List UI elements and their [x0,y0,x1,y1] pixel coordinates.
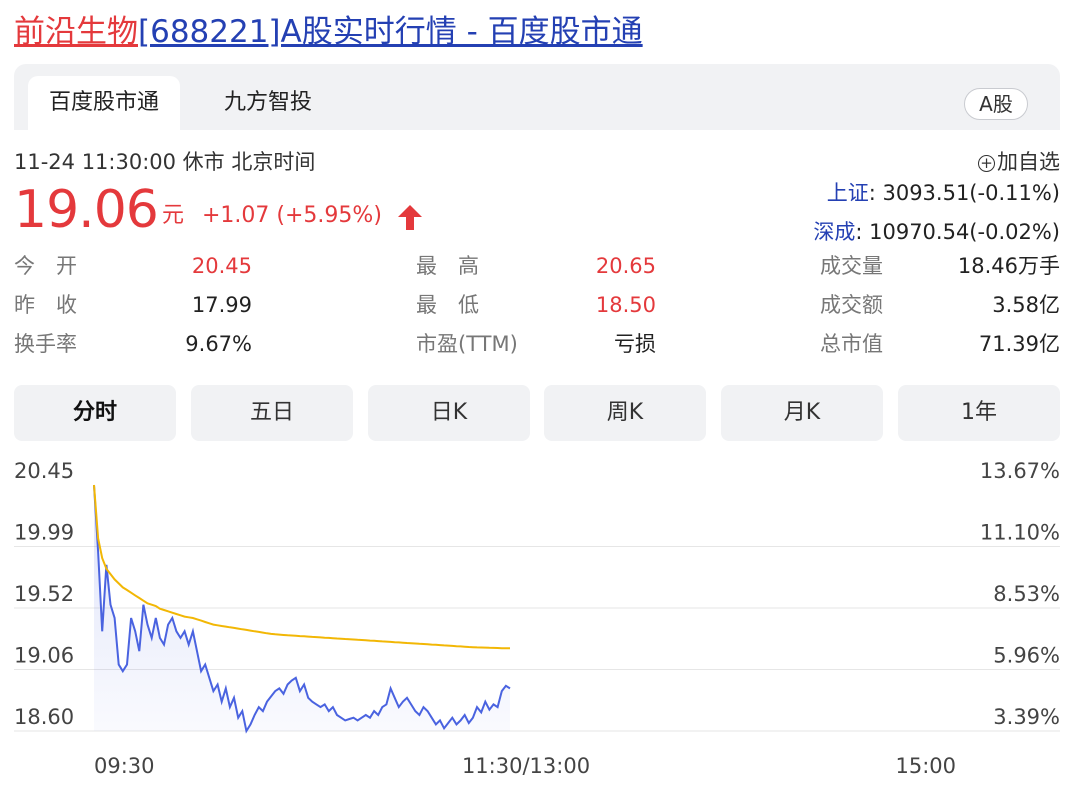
period-1year-button[interactable]: 1年 [898,385,1060,441]
arrow-up-icon [398,205,422,230]
index-name: 上证 [826,181,869,205]
period-selector: 分时 五日 日K 周K 月K 1年 [14,385,1060,441]
stat-value-volume: 18.46万手 [957,254,1060,278]
y-pct-tick-label: 13.67% [980,459,1060,483]
period-intraday-button[interactable]: 分时 [14,385,176,441]
stock-name-link[interactable]: 前沿生物 [14,14,138,50]
y-tick-label: 18.60 [14,705,74,729]
period-daily-k-button[interactable]: 日K [368,385,530,441]
current-price: 19.06 [14,180,159,240]
stat-label-volume: 成交量 [820,254,883,278]
stat-label-low: 最 低 [416,293,479,317]
y-pct-tick-label: 8.53% [993,582,1060,606]
y-pct-tick-label: 5.96% [993,644,1060,668]
stat-value-open: 20.45 [191,254,252,278]
y-tick-label: 19.52 [14,582,74,606]
quote-status-line: 11-24 11:30:00 休市 北京时间 [14,150,316,174]
index-shanghai[interactable]: 上证: 3093.51(-0.11%) [827,177,1060,209]
period-5day-button[interactable]: 五日 [191,385,353,441]
stat-value-turnover-rate: 9.67% [185,332,252,356]
index-name: 深成 [813,220,856,244]
plus-circle-icon: + [978,155,995,172]
stat-value-pe-ttm: 亏损 [614,332,656,356]
y-tick-label: 20.45 [14,459,74,483]
stat-value-high: 20.65 [595,254,656,278]
index-shenzhen[interactable]: 深成: 10970.54(-0.02%) [813,216,1060,248]
stat-value-market-cap: 71.39亿 [978,332,1060,356]
stat-label-turnover-rate: 换手率 [14,332,77,356]
y-tick-label: 19.99 [14,521,74,545]
stat-label-prev-close: 昨 收 [14,293,77,317]
y-tick-label: 19.06 [14,644,74,668]
add-watchlist-label: 加自选 [997,150,1060,174]
page-title[interactable]: 前沿生物[688221]A股实时行情 - 百度股市通 [14,10,643,54]
y-pct-tick-label: 3.39% [993,705,1060,729]
x-tick-label: 09:30 [94,754,155,778]
stat-label-market-cap: 总市值 [820,332,883,356]
x-tick-label: 11:30/13:00 [462,754,590,778]
index-value: : 3093.51(-0.11%) [868,181,1060,205]
stat-label-high: 最 高 [416,254,479,278]
stat-value-prev-close: 17.99 [191,293,252,317]
stat-label-pe-ttm: 市盈(TTM) [416,332,518,356]
stat-label-open: 今 开 [14,254,77,278]
index-value: : 10970.54(-0.02%) [855,220,1060,244]
stat-label-turnover-amount: 成交额 [820,293,883,317]
tab-jiufang-zhitou[interactable]: 九方智投 [224,76,312,130]
add-watchlist-button[interactable]: + 加自选 [960,146,1060,178]
intraday-chart[interactable]: 20.45 13.67% 19.99 11.10% 19.52 8.53% 19.06 5.9… [14,456,1060,781]
title-link[interactable]: [688221]A股实时行情 - 百度股市通 [138,14,643,50]
price-unit: 元 [162,203,185,228]
stat-value-low: 18.50 [595,293,656,317]
period-monthly-k-button[interactable]: 月K [721,385,883,441]
x-tick-label: 15:00 [895,754,956,778]
tab-baidu-gushitong[interactable]: 百度股市通 [28,76,180,130]
stat-value-turnover-amount: 3.58亿 [992,293,1060,317]
market-badge: A股 [964,88,1028,120]
period-weekly-k-button[interactable]: 周K [544,385,706,441]
price-change: +1.07 (+5.95%) [202,203,382,228]
y-pct-tick-label: 11.10% [980,521,1060,545]
